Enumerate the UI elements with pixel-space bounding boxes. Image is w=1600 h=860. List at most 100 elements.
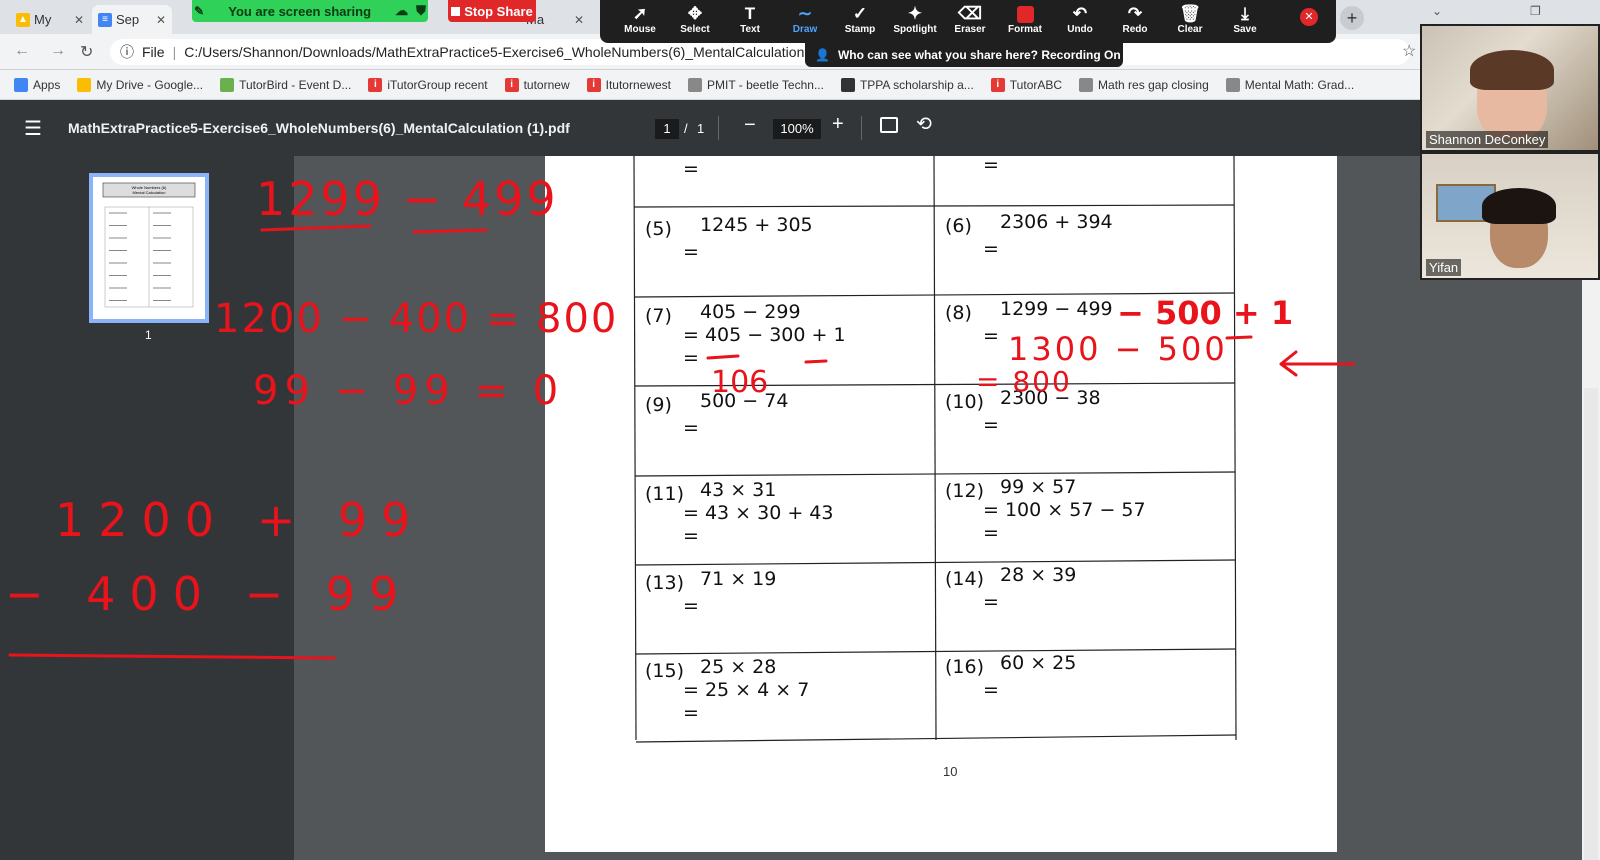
close-annotation-icon[interactable]: ✕	[1300, 8, 1318, 26]
browser-tab-1[interactable]: ▲ My ✕	[10, 5, 90, 34]
recording-banner[interactable]: 👤 Who can see what you share here? Recor…	[805, 43, 1123, 67]
tool-label: Stamp	[844, 24, 876, 35]
problem-line: 500 − 74	[700, 390, 789, 412]
forward-icon[interactable]: →	[50, 42, 66, 60]
scrollbar-thumb[interactable]	[1584, 388, 1598, 860]
bookmark-item[interactable]: Math res gap closing	[1079, 77, 1209, 92]
problem-line: 25 × 28	[700, 656, 777, 678]
chevron-down-icon[interactable]: ⌄	[1432, 4, 1442, 18]
reload-icon[interactable]: ↻	[80, 42, 93, 62]
problem-line: 1299 − 499	[1000, 298, 1113, 320]
bookmark-item[interactable]: PMIT - beetle Techn...	[688, 77, 824, 92]
bookmark-label: Mental Math: Grad...	[1244, 77, 1355, 92]
bookmark-label: TutorABC	[1009, 77, 1063, 92]
fit-page-icon[interactable]	[880, 117, 898, 133]
bookmark-item[interactable]: i iTutorGroup recent	[368, 77, 488, 92]
tool-spotlight-button[interactable]: ✦ Spotlight	[885, 4, 945, 35]
tool-save-button[interactable]: ⤓ Save	[1215, 4, 1275, 35]
bookmark-item[interactable]: Mental Math: Grad...	[1225, 77, 1355, 92]
participant-name: Yifan	[1426, 259, 1462, 276]
pdf-title: MathExtraPractice5-Exercise6_WholeNumber…	[68, 120, 570, 136]
problem-number: (15)	[645, 660, 685, 682]
tool-redo-button[interactable]: ↷ Redo	[1105, 4, 1165, 35]
page-thumbnail[interactable]: Whole Numbers (6) Mental Calculation	[89, 173, 209, 323]
zoom-level-input[interactable]: 100%	[773, 119, 821, 139]
stop-share-button[interactable]: Stop Share	[448, 0, 536, 22]
equals-sign: =	[683, 158, 699, 180]
move-icon: ✥	[687, 4, 703, 23]
globe-icon	[1225, 77, 1240, 92]
tppa-icon	[840, 77, 855, 92]
problem-number: (10)	[945, 391, 985, 413]
zoom-out-button[interactable]: −	[744, 114, 756, 137]
problem-line: =	[683, 347, 699, 369]
info-icon[interactable]: ⓘ	[120, 42, 134, 62]
problem-number: (16)	[945, 656, 985, 678]
problem-line: =	[983, 414, 999, 436]
menu-icon[interactable]: ☰	[24, 116, 42, 141]
close-icon[interactable]: ✕	[74, 13, 84, 27]
bookmark-item[interactable]: My Drive - Google...	[77, 77, 203, 92]
problem-line: 28 × 39	[1000, 564, 1077, 586]
bookmark-item[interactable]: Apps	[14, 77, 60, 92]
person-icon: 👤	[815, 48, 830, 62]
rotate-icon[interactable]: ⟲	[916, 113, 932, 136]
problem-line: 99 × 57	[1000, 476, 1077, 498]
page-separator: /	[684, 121, 688, 136]
bookmark-label: TPPA scholarship a...	[859, 77, 974, 92]
text-icon: T	[744, 4, 756, 23]
pdf-toolbar: ☰ MathExtraPractice5-Exercise6_WholeNumb…	[0, 100, 1420, 156]
tool-stamp-button[interactable]: ✓ Stamp	[830, 4, 890, 35]
browser-tab-2[interactable]: ≡ Sep ✕	[92, 5, 172, 34]
tool-label: Spotlight	[893, 24, 937, 35]
tool-label: Mouse	[624, 24, 656, 35]
eraser-icon: ⌫	[957, 4, 983, 23]
page-number-input[interactable]: 1	[655, 119, 679, 139]
tool-text-button[interactable]: T Text	[720, 4, 780, 35]
restore-window-icon[interactable]: ❐	[1530, 4, 1541, 18]
annotation-left-3: 99 − 99 = 0	[253, 368, 564, 414]
problem-number: (14)	[945, 568, 985, 590]
tool-label: Save	[1233, 24, 1257, 35]
star-icon[interactable]: ☆	[1402, 41, 1416, 61]
tool-select-button[interactable]: ✥ Select	[665, 4, 725, 35]
annotation-left-1: 1299 − 499	[256, 172, 559, 226]
cursor-icon: ➚	[632, 4, 648, 23]
tool-mouse-button[interactable]: ➚ Mouse	[610, 4, 670, 35]
spotlight-icon: ✦	[907, 4, 923, 23]
problem-line: =	[683, 595, 699, 617]
tool-format-button[interactable]: Format	[995, 4, 1055, 35]
tool-eraser-button[interactable]: ⌫ Eraser	[940, 4, 1000, 35]
tool-undo-button[interactable]: ↶ Undo	[1050, 4, 1110, 35]
bookmark-item[interactable]: i TutorABC	[990, 77, 1063, 92]
thumbnail-label: 1	[145, 328, 152, 342]
close-icon[interactable]: ✕	[574, 13, 584, 27]
problem-number: (5)	[645, 218, 672, 240]
thumbnail-heading-line-2: Mental Calculation	[133, 190, 166, 195]
problem-number: (8)	[945, 302, 972, 324]
pen-icon: ✎	[194, 4, 205, 18]
bookmarks-bar: Apps My Drive - Google... TutorBird - Even…	[0, 70, 1420, 100]
close-icon[interactable]: ✕	[156, 13, 166, 27]
bookmark-item[interactable]: TutorBird - Event D...	[220, 77, 351, 92]
bookmark-item[interactable]: i tutornew	[504, 77, 570, 92]
problem-line: =	[683, 702, 699, 724]
tool-clear-button[interactable]: 🗑 Clear	[1160, 4, 1220, 35]
google-drive-icon	[77, 77, 92, 92]
participant-video-1[interactable]: Shannon DeConkey	[1420, 24, 1600, 152]
globe-icon	[688, 77, 702, 92]
redo-icon: ↷	[1127, 4, 1143, 23]
bookmark-item[interactable]: i Itutornewest	[586, 77, 671, 92]
back-icon[interactable]: ←	[14, 42, 30, 60]
problem-number: (12)	[945, 480, 985, 502]
participant-video-2[interactable]: Yifan	[1420, 152, 1600, 280]
problem-line: =	[983, 522, 999, 544]
bookmark-label: Math res gap closing	[1098, 77, 1209, 92]
bookmark-item[interactable]: TPPA scholarship a...	[840, 77, 974, 92]
format-icon	[995, 4, 1055, 24]
docs-icon: ≡	[98, 12, 112, 27]
zoom-in-button[interactable]: +	[832, 113, 844, 136]
tool-draw-button[interactable]: ∼ Draw	[775, 4, 835, 35]
new-tab-button[interactable]: +	[1340, 6, 1364, 30]
screen: ▲ My ✕ ≡ Sep ✕ Ma ✕ + ⌄ ❐ ✎ You are scre…	[0, 0, 1600, 860]
